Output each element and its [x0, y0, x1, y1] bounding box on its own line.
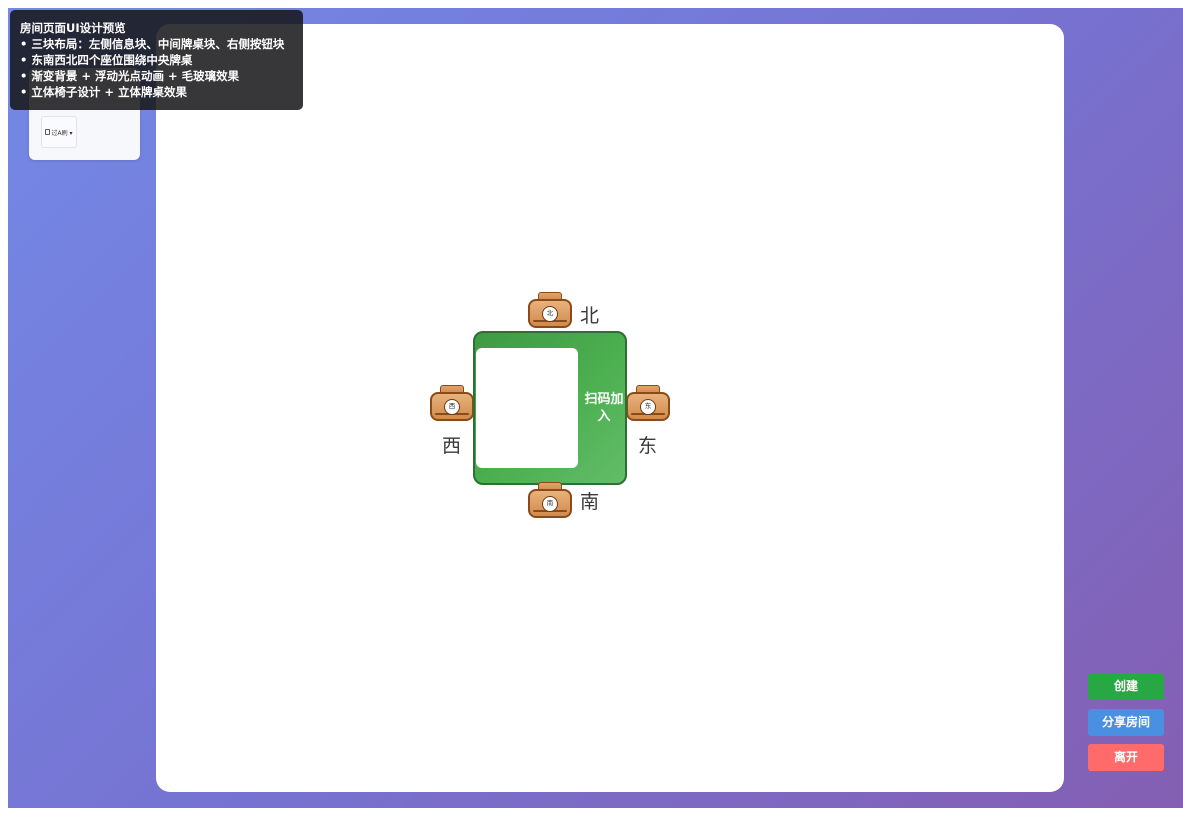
leave-button[interactable]: 离开 — [1088, 744, 1164, 771]
seat-label-south: 南 — [580, 491, 600, 513]
seat-badge-south: 南 — [542, 496, 558, 512]
seat-label-north: 北 — [580, 305, 600, 327]
seat-badge-west: 西 — [444, 399, 460, 415]
tooltip-line: • 三块布局：左侧信息块、中间牌桌块、右侧按钮块 — [20, 37, 285, 51]
create-button[interactable]: 创建 — [1088, 673, 1164, 700]
scan-to-join-label: 扫码加入 — [584, 392, 624, 424]
mahjong-table: 扫码加入 — [473, 331, 627, 485]
design-preview-tooltip: 房间页面UI设计预览 • 三块布局：左侧信息块、中间牌桌块、右侧按钮块 • 东南… — [10, 10, 303, 110]
tooltip-line: • 立体椅子设计 + 立体牌桌效果 — [20, 85, 187, 99]
seat-badge-east: 东 — [640, 399, 656, 415]
seat-north-chair[interactable]: 北 — [528, 292, 572, 330]
seat-badge-north: 北 — [542, 306, 558, 322]
qr-code-area[interactable] — [476, 348, 578, 468]
tooltip-title: 房间页面UI设计预览 — [20, 21, 126, 35]
seat-east-chair[interactable]: 东 — [626, 385, 670, 423]
seat-label-west: 西 — [442, 435, 462, 457]
tooltip-line: • 渐变背景 + 浮动光点动画 + 毛玻璃效果 — [20, 69, 240, 83]
seat-label-east: 东 — [638, 435, 658, 457]
doc-icon — [45, 129, 51, 135]
seat-south-chair[interactable]: 南 — [528, 482, 572, 520]
option-chip[interactable]: 过A刷 ▾ — [41, 116, 77, 148]
seat-west-chair[interactable]: 西 — [430, 385, 474, 423]
tooltip-line: • 东南西北四个座位围绕中央牌桌 — [20, 53, 193, 67]
option-chip-label: 过A刷 ▾ — [51, 129, 73, 137]
share-room-button[interactable]: 分享房间 — [1088, 709, 1164, 736]
